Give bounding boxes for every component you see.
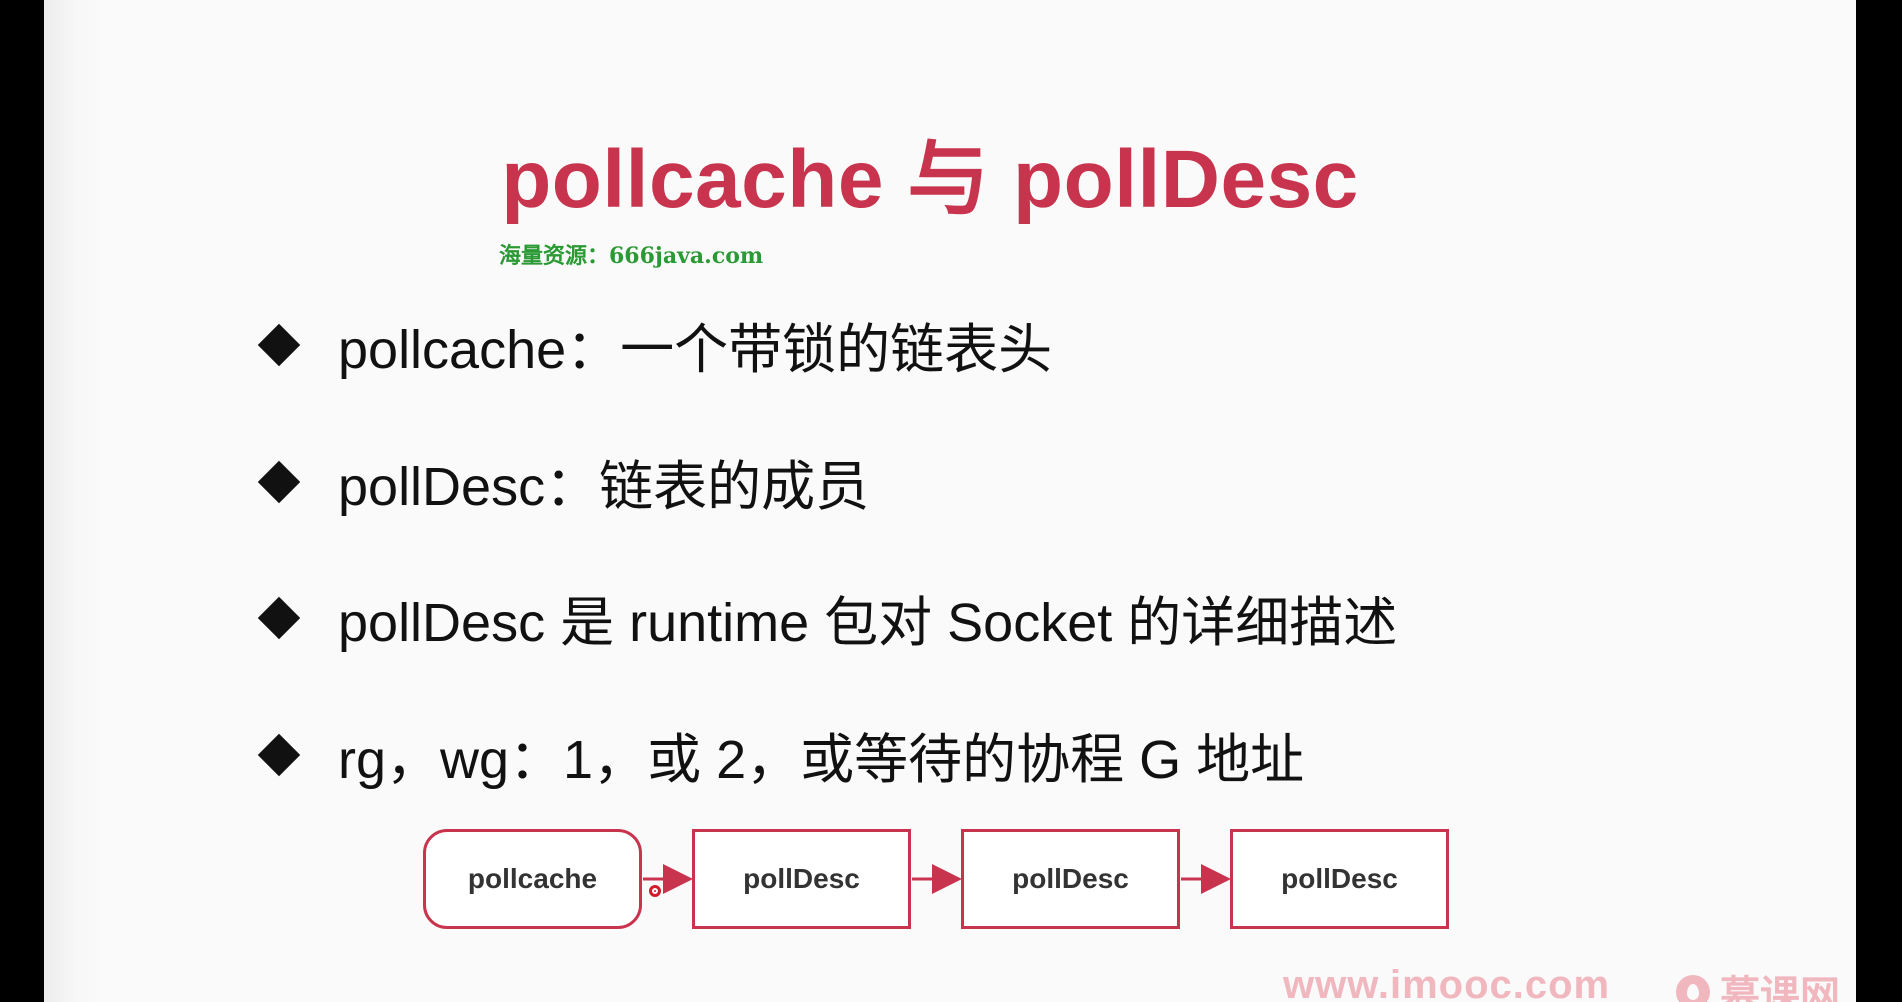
bullet-diamond-icon [257, 460, 301, 503]
bullet-diamond-icon [257, 596, 301, 639]
pointer-cursor-icon [649, 885, 661, 897]
slide: pollcache 与 pollDesc 海量资源：666java.com po… [44, 0, 1856, 1002]
bullet-text: pollDesc：链表的成员 [338, 457, 870, 517]
imooc-logo-icon [1676, 975, 1710, 1002]
bullet-text: pollDesc 是 runtime 包对 Socket 的详细描述 [338, 593, 1398, 653]
footer-brand-text: 慕课网 [1720, 974, 1840, 1002]
bullet-diamond-icon [257, 733, 301, 776]
bullet-text: pollcache：一个带锁的链表头 [338, 320, 1053, 380]
bullet-text: rg，wg：1，或 2，或等待的协程 G 地址 [338, 730, 1305, 790]
bullet-item: pollDesc：链表的成员 [254, 442, 869, 521]
watermark-text: 海量资源：666java.com [499, 243, 764, 269]
diagram-node-polldesc: pollDesc [1230, 829, 1449, 929]
bullet-diamond-icon [257, 323, 301, 366]
bullet-item: pollcache：一个带锁的链表头 [254, 305, 1052, 384]
slide-title: pollcache 与 pollDesc [501, 134, 1359, 225]
bullet-item: rg，wg：1，或 2，或等待的协程 G 地址 [254, 715, 1304, 794]
footer-brand: 慕课网 [1676, 963, 1840, 1002]
diagram-node-polldesc: pollDesc [692, 829, 911, 929]
diagram-node-pollcache: pollcache [423, 829, 642, 929]
bullet-item: pollDesc 是 runtime 包对 Socket 的详细描述 [254, 578, 1397, 657]
footer-url: www.imooc.com [1283, 963, 1611, 1002]
diagram-node-polldesc: pollDesc [961, 829, 1180, 929]
